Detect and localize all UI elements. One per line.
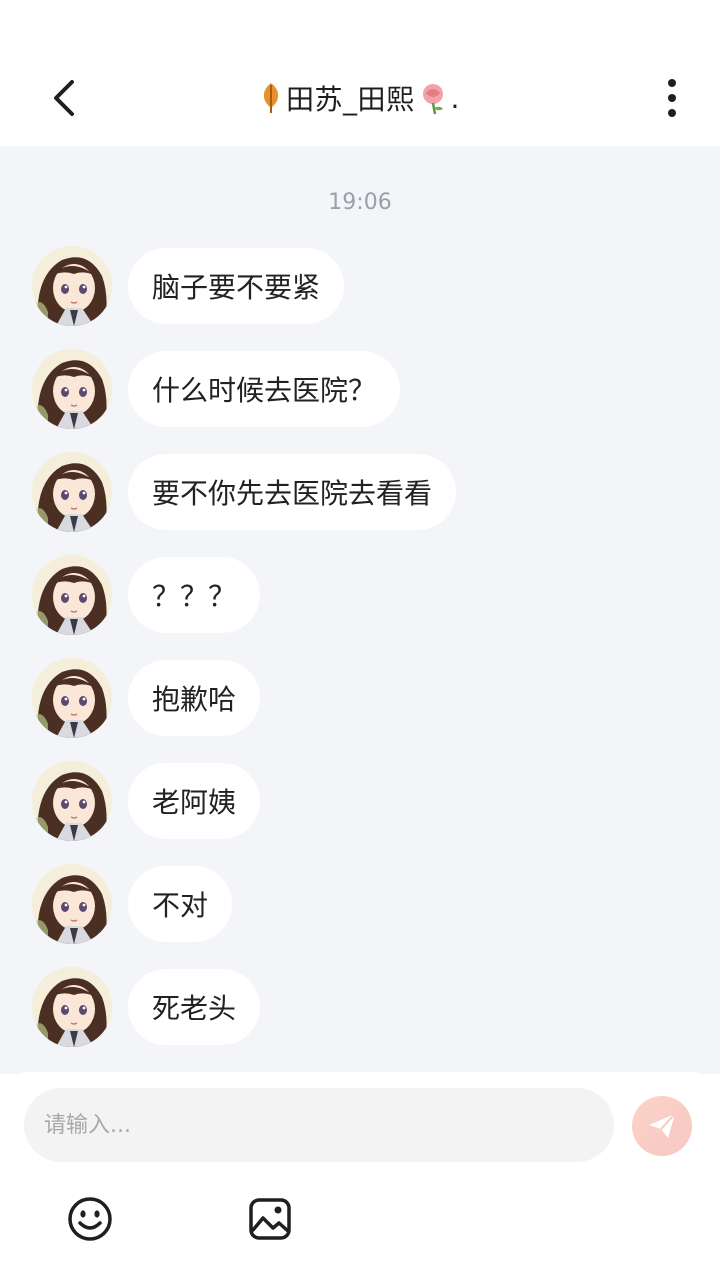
avatar[interactable] (32, 864, 112, 944)
message-row: 老阿姨 (32, 761, 261, 841)
avatar[interactable] (32, 967, 112, 1047)
message-row: 脑子要不要紧 (32, 246, 345, 326)
avatar[interactable] (32, 452, 112, 532)
more-vertical-icon (668, 79, 676, 87)
message-list[interactable]: 19:06 脑子要不要紧 什么时候去医院？ 要不你先去医院去看看 ？？？ 抱歉哈… (0, 146, 720, 1074)
message-row: ？？？ (32, 555, 261, 635)
message-bubble[interactable]: 老阿姨 (128, 763, 261, 839)
chat-title-suffix: . (450, 81, 460, 115)
message-row: 不对 (32, 864, 233, 944)
message-row: 要不你先去医院去看看 (32, 452, 457, 532)
message-bubble[interactable]: 死老头 (128, 969, 261, 1045)
more-options-button[interactable] (652, 76, 692, 120)
avatar-image (32, 658, 112, 738)
message-row: 死老头 (32, 967, 261, 1047)
send-icon (649, 1113, 676, 1138)
avatar-image (32, 555, 112, 635)
rose-icon (417, 81, 451, 115)
message-row: 抱歉哈 (32, 658, 261, 738)
message-bubble[interactable]: 要不你先去医院去看看 (128, 454, 457, 530)
avatar[interactable] (32, 658, 112, 738)
avatar[interactable] (32, 555, 112, 635)
avatar-image (32, 967, 112, 1047)
avatar-image (32, 349, 112, 429)
chat-title-text: 田苏_田熙 (286, 83, 415, 116)
avatar[interactable] (32, 761, 112, 841)
avatar[interactable] (32, 246, 112, 326)
image-icon (249, 1198, 291, 1240)
message-timestamp: 19:06 (328, 190, 392, 215)
composer (0, 1072, 720, 1280)
more-dot (668, 109, 676, 117)
more-dot (668, 94, 676, 102)
message-input[interactable] (24, 1088, 614, 1162)
message-bubble[interactable]: 脑子要不要紧 (128, 248, 345, 324)
avatar-image (32, 761, 112, 841)
leaf-icon (260, 81, 282, 115)
send-button[interactable] (632, 1096, 692, 1156)
image-button[interactable] (245, 1194, 295, 1244)
avatar-image (32, 864, 112, 944)
avatar[interactable] (32, 349, 112, 429)
message-row: 什么时候去医院？ (32, 349, 401, 429)
avatar-image (32, 452, 112, 532)
avatar-image (32, 246, 112, 326)
emoji-button[interactable] (65, 1194, 115, 1244)
smiley-icon (68, 1197, 112, 1241)
message-bubble[interactable]: ？？？ (128, 557, 261, 633)
message-bubble[interactable]: 抱歉哈 (128, 660, 261, 736)
message-bubble[interactable]: 不对 (128, 866, 233, 942)
title-area: 田苏_田熙 . (0, 76, 720, 120)
chat-screen: 田苏_田熙 . 19:06 脑子要不要紧 什么时候去医院？ 要不你先去医院去看看… (0, 0, 720, 1280)
chat-title: 田苏_田熙 . (260, 78, 460, 118)
chat-header: 田苏_田熙 . (0, 0, 720, 146)
message-bubble[interactable]: 什么时候去医院？ (128, 351, 401, 427)
